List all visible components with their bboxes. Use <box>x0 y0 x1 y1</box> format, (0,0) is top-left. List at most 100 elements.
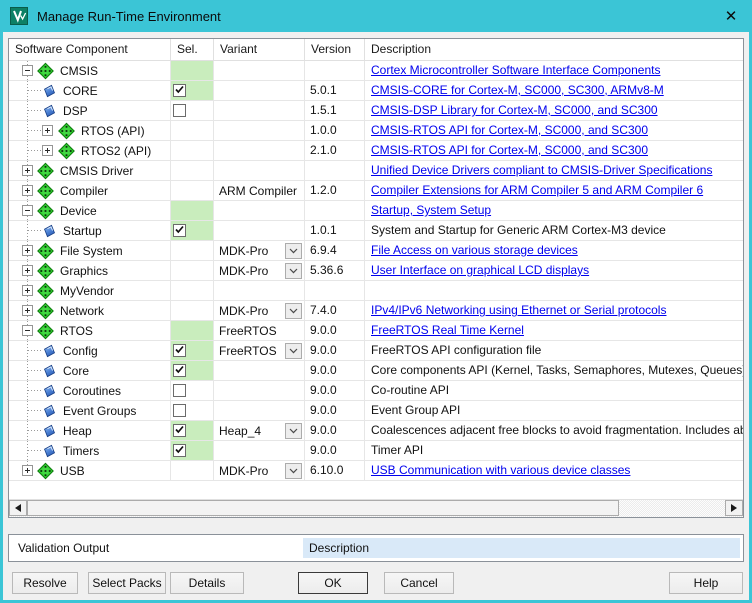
checkbox-unchecked[interactable] <box>173 104 186 117</box>
component-row[interactable]: DSP1.5.1CMSIS-DSP Library for Cortex-M, … <box>9 101 743 121</box>
component-row[interactable]: DeviceStartup, System Setup <box>9 201 743 221</box>
component-row[interactable]: RTOS (API)1.0.0CMSIS-RTOS API for Cortex… <box>9 121 743 141</box>
ok-button[interactable]: OK <box>298 572 368 594</box>
description-link[interactable]: IPv4/IPv6 Networking using Ethernet or S… <box>371 303 666 317</box>
component-row[interactable]: Startup1.0.1System and Startup for Gener… <box>9 221 743 241</box>
checkbox-checked[interactable] <box>173 224 186 237</box>
description-link[interactable]: User Interface on graphical LCD displays <box>371 263 589 277</box>
variant-dropdown-chevron-icon[interactable] <box>285 263 302 279</box>
component-row[interactable]: CORE5.0.1CMSIS-CORE for Cortex-M, SC000,… <box>9 81 743 101</box>
component-row[interactable]: RTOSFreeRTOS9.0.0FreeRTOS Real Time Kern… <box>9 321 743 341</box>
component-row[interactable]: CompilerARM Compiler1.2.0Compiler Extens… <box>9 181 743 201</box>
description-link[interactable]: CMSIS-RTOS API for Cortex-M, SC000, and … <box>371 123 648 137</box>
description-link[interactable]: Cortex Microcontroller Software Interfac… <box>371 63 660 77</box>
component-row[interactable]: Event Groups9.0.0Event Group API <box>9 401 743 421</box>
variant-cell <box>214 221 305 240</box>
tree-expand-plus-icon[interactable] <box>22 305 33 316</box>
component-row[interactable]: ConfigFreeRTOS9.0.0FreeRTOS API configur… <box>9 341 743 361</box>
validation-output-panel: Validation Output Description <box>8 534 744 562</box>
sel-cell <box>171 241 214 260</box>
component-row[interactable]: CMSISCortex Microcontroller Software Int… <box>9 61 743 81</box>
blue-gem-icon <box>42 83 57 98</box>
blue-gem-icon <box>42 443 57 458</box>
description-link[interactable]: File Access on various storage devices <box>371 243 578 257</box>
component-row[interactable]: MyVendor <box>9 281 743 301</box>
variant-cell: MDK-Pro <box>214 241 305 260</box>
description-cell: Core components API (Kernel, Tasks, Sema… <box>365 361 743 380</box>
version-cell: 5.0.1 <box>305 81 365 100</box>
checkbox-checked[interactable] <box>173 444 186 457</box>
tree-expand-plus-icon[interactable] <box>22 465 33 476</box>
select-packs-button[interactable]: Select Packs <box>88 572 166 594</box>
tree-expand-plus-icon[interactable] <box>22 285 33 296</box>
component-row[interactable]: CMSIS DriverUnified Device Drivers compl… <box>9 161 743 181</box>
green-diamond-icon <box>37 62 54 79</box>
tree-expand-plus-icon[interactable] <box>22 245 33 256</box>
tree-expand-plus-icon[interactable] <box>22 265 33 276</box>
validation-description-header[interactable]: Description <box>303 538 740 558</box>
tree-branch-line <box>28 110 43 111</box>
variant-dropdown-chevron-icon[interactable] <box>285 243 302 259</box>
variant-dropdown-chevron-icon[interactable] <box>285 423 302 439</box>
green-diamond-icon <box>58 122 75 139</box>
description-link[interactable]: CMSIS-CORE for Cortex-M, SC000, SC300, A… <box>371 83 664 97</box>
component-row[interactable]: File SystemMDK-Pro6.9.4File Access on va… <box>9 241 743 261</box>
tree-branch-line <box>28 450 43 451</box>
description-link[interactable]: Unified Device Drivers compliant to CMSI… <box>371 163 712 177</box>
checkbox-checked[interactable] <box>173 424 186 437</box>
scrollbar-track[interactable] <box>619 500 725 517</box>
tree-expand-plus-icon[interactable] <box>42 145 53 156</box>
column-header-description[interactable]: Description <box>365 39 743 60</box>
checkbox-unchecked[interactable] <box>173 404 186 417</box>
column-header-software-component[interactable]: Software Component <box>9 39 171 60</box>
checkbox-checked[interactable] <box>173 344 186 357</box>
scrollbar-thumb[interactable] <box>27 500 619 516</box>
help-button[interactable]: Help <box>669 572 743 594</box>
tree-expand-plus-icon[interactable] <box>42 125 53 136</box>
blue-gem-icon <box>42 363 57 378</box>
tree-collapse-minus-icon[interactable] <box>22 325 33 336</box>
description-link[interactable]: FreeRTOS Real Time Kernel <box>371 323 524 337</box>
scroll-left-icon[interactable] <box>9 500 27 516</box>
tree-collapse-minus-icon[interactable] <box>22 65 33 76</box>
component-row[interactable]: RTOS2 (API)2.1.0CMSIS-RTOS API for Corte… <box>9 141 743 161</box>
description-text: Timer API <box>371 443 423 457</box>
scroll-right-icon[interactable] <box>725 500 743 516</box>
component-name: Graphics <box>60 264 108 278</box>
checkbox-checked[interactable] <box>173 364 186 377</box>
tree-cell: Graphics <box>9 261 171 280</box>
component-row[interactable]: GraphicsMDK-Pro5.36.6User Interface on g… <box>9 261 743 281</box>
description-link[interactable]: Startup, System Setup <box>371 203 491 217</box>
component-row[interactable]: Core9.0.0Core components API (Kernel, Ta… <box>9 361 743 381</box>
column-header-sel[interactable]: Sel. <box>171 39 214 60</box>
description-link[interactable]: USB Communication with various device cl… <box>371 463 630 477</box>
column-header-version[interactable]: Version <box>305 39 365 60</box>
component-row[interactable]: USBMDK-Pro6.10.0USB Communication with v… <box>9 461 743 481</box>
sel-cell <box>171 141 214 160</box>
tree-expand-plus-icon[interactable] <box>22 185 33 196</box>
column-header-variant[interactable]: Variant <box>214 39 305 60</box>
component-row[interactable]: NetworkMDK-Pro7.4.0IPv4/IPv6 Networking … <box>9 301 743 321</box>
component-row[interactable]: Coroutines9.0.0Co-routine API <box>9 381 743 401</box>
variant-dropdown-chevron-icon[interactable] <box>285 303 302 319</box>
cancel-button[interactable]: Cancel <box>384 572 454 594</box>
description-link[interactable]: CMSIS-RTOS API for Cortex-M, SC000, and … <box>371 143 648 157</box>
resolve-button[interactable]: Resolve <box>12 572 78 594</box>
details-button[interactable]: Details <box>170 572 244 594</box>
tree-expand-plus-icon[interactable] <box>22 165 33 176</box>
checkbox-checked[interactable] <box>173 84 186 97</box>
validation-output-header[interactable]: Validation Output <box>11 541 303 555</box>
variant-dropdown-chevron-icon[interactable] <box>285 463 302 479</box>
blue-gem-icon <box>42 223 57 238</box>
checkbox-unchecked[interactable] <box>173 384 186 397</box>
component-row[interactable]: Timers9.0.0Timer API <box>9 441 743 461</box>
variant-dropdown-chevron-icon[interactable] <box>285 343 302 359</box>
tree-collapse-minus-icon[interactable] <box>22 205 33 216</box>
description-link[interactable]: CMSIS-DSP Library for Cortex-M, SC000, a… <box>371 103 658 117</box>
close-icon[interactable]: ✕ <box>718 5 744 27</box>
description-link[interactable]: Compiler Extensions for ARM Compiler 5 a… <box>371 183 703 197</box>
sel-cell <box>171 281 214 300</box>
blue-gem-icon <box>42 343 57 358</box>
component-row[interactable]: HeapHeap_49.0.0Coalescences adjacent fre… <box>9 421 743 441</box>
horizontal-scrollbar[interactable] <box>9 499 743 517</box>
